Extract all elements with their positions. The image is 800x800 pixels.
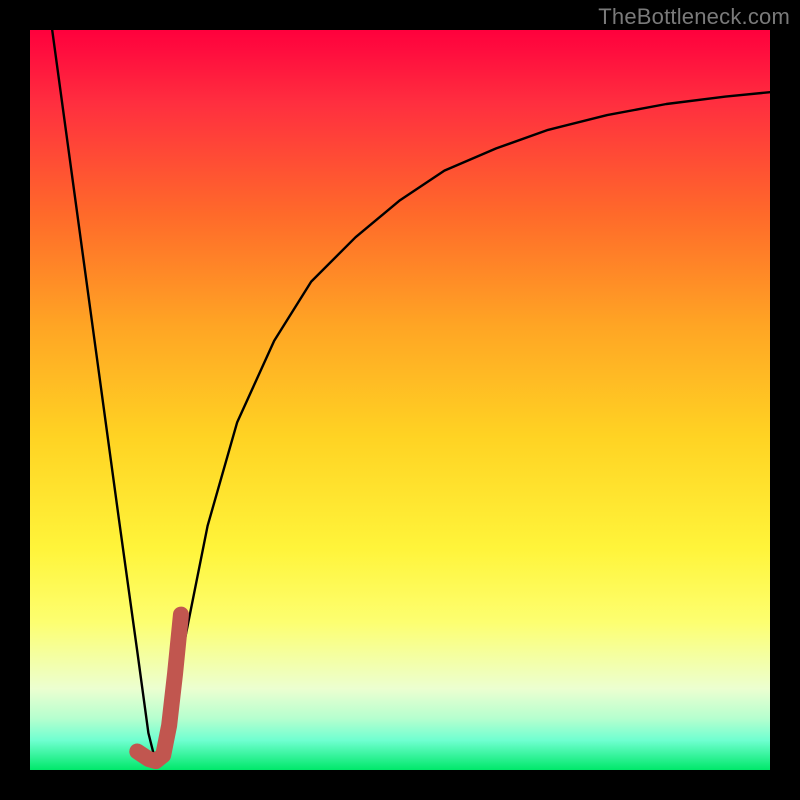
bottleneck-curve (52, 30, 770, 763)
chart-svg (30, 30, 770, 770)
chart-frame: TheBottleneck.com (0, 0, 800, 800)
watermark-text: TheBottleneck.com (598, 4, 790, 30)
plot-area (30, 30, 770, 770)
accent-segment (137, 615, 181, 762)
